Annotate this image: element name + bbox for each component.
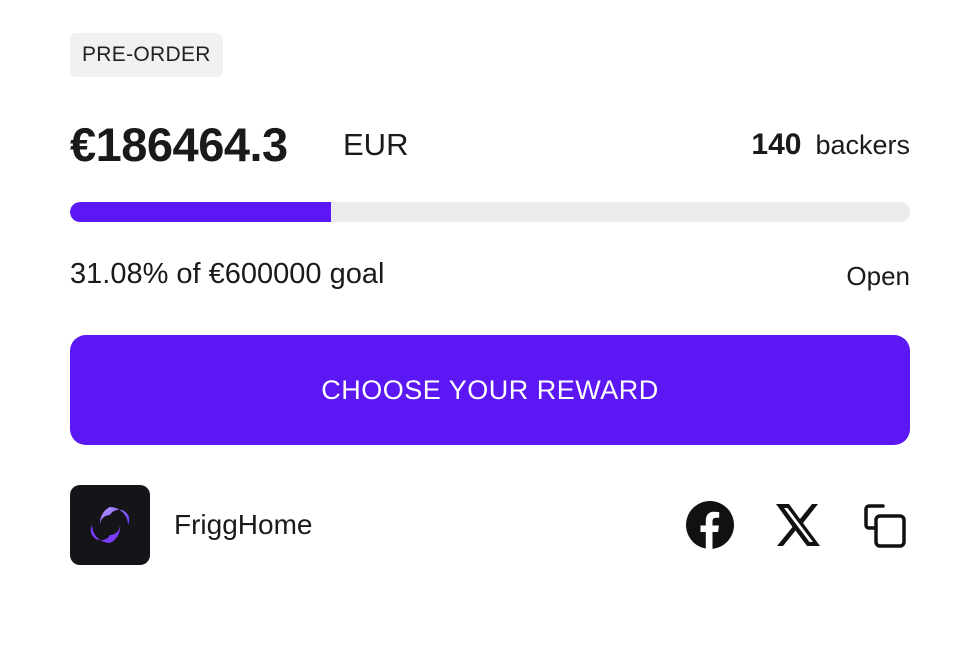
copy-link-icon[interactable] (860, 500, 910, 550)
backers-count: 140 (751, 128, 802, 161)
goal-text: 31.08% of €600000 goal (70, 258, 385, 290)
choose-reward-button[interactable]: CHOOSE YOUR REWARD (70, 335, 910, 445)
funding-progress-fill (70, 202, 332, 222)
currency-code: EUR (343, 127, 409, 162)
frigghome-logo-icon (70, 485, 150, 565)
creator-profile[interactable]: FriggHome (70, 485, 312, 565)
pre-order-badge: PRE-ORDER (70, 33, 223, 77)
backers-summary: 140 backers (751, 112, 910, 183)
goal-row: 31.08% of €600000 goal Open (70, 252, 910, 296)
creator-name: FriggHome (174, 509, 313, 540)
campaign-card: PRE-ORDER €186464.3 EUR 140 backers 31.08… (0, 0, 964, 652)
backers-label: backers (815, 130, 910, 160)
facebook-icon[interactable] (685, 500, 735, 550)
amount-raised: €186464.3 (70, 118, 288, 171)
funding-summary: €186464.3 EUR 140 backers (70, 112, 910, 178)
x-icon[interactable] (773, 500, 823, 550)
funding-progress-bar (70, 202, 910, 222)
campaign-status: Open (846, 261, 910, 291)
